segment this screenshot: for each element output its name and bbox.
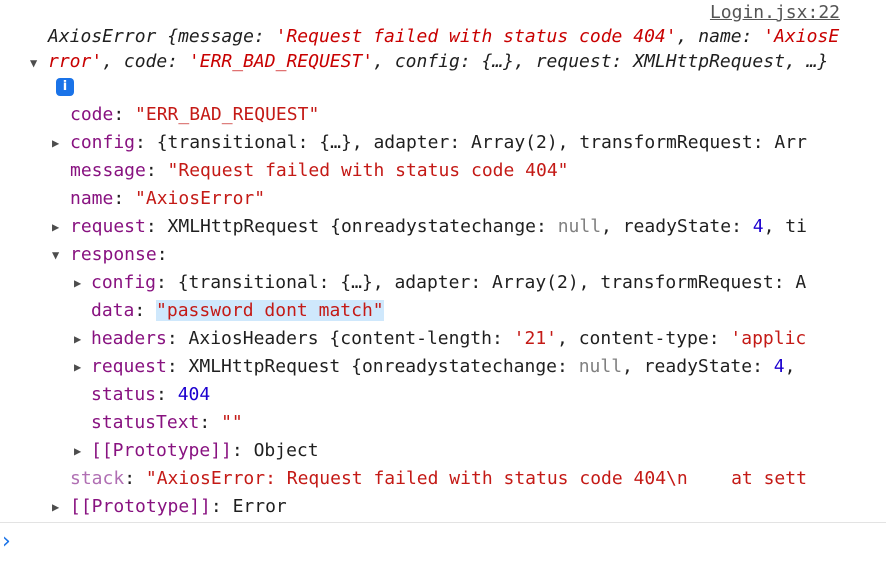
response-data: data: "password dont match"	[91, 300, 384, 321]
prop-stack: stack: "AxiosError: Request failed with …	[70, 468, 807, 489]
prop-code: code: "ERR_BAD_REQUEST"	[70, 104, 320, 125]
collapsed-arrow-icon[interactable]: ▶	[74, 325, 81, 353]
prop-name: name: "AxiosError"	[70, 188, 266, 209]
collapsed-arrow-icon[interactable]: ▶	[74, 353, 81, 381]
prop-prototype[interactable]: [[Prototype]]: Error	[70, 493, 287, 521]
collapsed-arrow-icon[interactable]: ▶	[52, 213, 59, 241]
response-config[interactable]: config: {transitional: {…}, adapter: Arr…	[91, 269, 852, 297]
collapsed-arrow-icon[interactable]: ▶	[74, 437, 81, 465]
collapsed-arrow-icon[interactable]: ▶	[52, 129, 59, 157]
console-prompt[interactable]: ›	[0, 522, 886, 567]
selected-data-value[interactable]: "password dont match"	[156, 300, 384, 321]
source-link[interactable]: Login.jsx:22	[710, 2, 840, 24]
response-request[interactable]: request: XMLHttpRequest {onreadystatecha…	[91, 353, 852, 381]
error-summary[interactable]: AxiosError {message: 'Request failed wit…	[48, 24, 848, 99]
prop-request[interactable]: request: XMLHttpRequest {onreadystatecha…	[70, 213, 852, 241]
summary-message-value: 'Request failed with status code 404'	[275, 26, 677, 47]
info-icon[interactable]: i	[56, 78, 74, 96]
response-status: status: 404	[91, 384, 211, 405]
console-log-entry: Login.jsx:22 ▼ AxiosError {message: 'Req…	[0, 0, 886, 522]
response-prototype[interactable]: [[Prototype]]: Object	[91, 437, 319, 465]
expanded-arrow-icon[interactable]: ▼	[52, 241, 59, 269]
collapsed-arrow-icon[interactable]: ▶	[52, 493, 59, 521]
prop-config[interactable]: config: {transitional: {…}, adapter: Arr…	[70, 129, 852, 157]
error-class-name: AxiosError	[48, 26, 157, 47]
collapsed-arrow-icon[interactable]: ▶	[74, 269, 81, 297]
response-status-text: statusText: ""	[91, 412, 243, 433]
summary-code-value: 'ERR_BAD_REQUEST'	[188, 51, 374, 72]
prop-response[interactable]: response:	[70, 241, 168, 269]
expand-arrow-icon[interactable]: ▼	[30, 56, 37, 70]
response-headers[interactable]: headers: AxiosHeaders {content-length: '…	[91, 325, 852, 353]
prompt-chevron-icon: ›	[2, 529, 11, 554]
prop-message: message: "Request failed with status cod…	[70, 160, 569, 181]
